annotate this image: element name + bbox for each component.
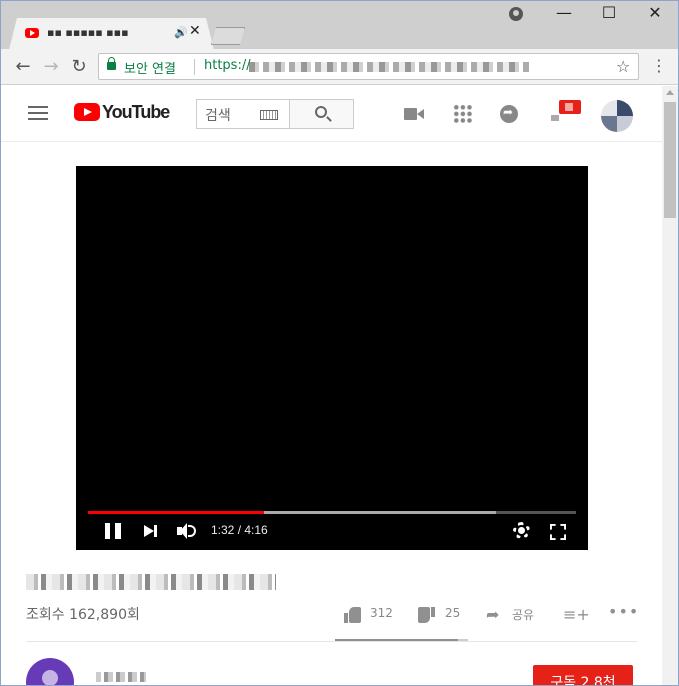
- youtube-wordmark[interactable]: YouTube: [102, 102, 170, 123]
- apps-grid-icon[interactable]: [453, 104, 473, 124]
- title-bar: ▪▪ ▪▪▪▪▪ ▪▪▪ 🔊 ✕ — ☐ ✕: [1, 1, 678, 49]
- forward-button[interactable]: →: [40, 56, 62, 77]
- progress-bar[interactable]: [88, 511, 576, 514]
- like-icon[interactable]: [344, 607, 362, 623]
- youtube-logo-icon[interactable]: [74, 103, 100, 121]
- video-player[interactable]: 1:32 / 4:16: [76, 166, 588, 550]
- subscribe-button[interactable]: 구독 2.8천: [533, 665, 633, 685]
- notification-badge[interactable]: [559, 100, 581, 114]
- tab-title: ▪▪ ▪▪▪▪▪ ▪▪▪: [47, 26, 129, 39]
- upload-video-icon[interactable]: [404, 104, 424, 124]
- fullscreen-icon[interactable]: [550, 524, 566, 540]
- reload-button[interactable]: ↻: [68, 56, 90, 77]
- tab-close-icon[interactable]: ✕: [189, 23, 201, 39]
- omnibox-divider: [194, 59, 195, 75]
- search-placeholder: 검색: [205, 108, 231, 124]
- messages-icon[interactable]: [500, 104, 520, 124]
- browser-window: ▪▪ ▪▪▪▪▪ ▪▪▪ 🔊 ✕ — ☐ ✕ ← → ↻ 보안 연결 https…: [0, 0, 679, 686]
- lock-icon[interactable]: [107, 57, 116, 70]
- settings-gear-icon[interactable]: [513, 522, 530, 539]
- share-icon[interactable]: ➦: [486, 605, 499, 624]
- scroll-thumb[interactable]: [664, 102, 676, 218]
- audio-playing-icon[interactable]: 🔊: [174, 26, 188, 39]
- back-button[interactable]: ←: [12, 56, 34, 77]
- close-window-button[interactable]: ✕: [645, 3, 665, 22]
- dislike-icon[interactable]: [417, 607, 435, 623]
- divider: [26, 641, 637, 642]
- hamburger-menu-icon[interactable]: [28, 106, 48, 120]
- more-actions-icon[interactable]: •••: [608, 602, 639, 621]
- scroll-up-arrow-icon[interactable]: [666, 90, 674, 95]
- channel-avatar[interactable]: [26, 658, 74, 685]
- bookmark-star-icon[interactable]: ☆: [616, 57, 630, 76]
- progress-played: [88, 511, 264, 514]
- dislike-count[interactable]: 25: [445, 606, 460, 620]
- pause-icon[interactable]: [105, 523, 121, 539]
- maximize-button[interactable]: ☐: [599, 3, 619, 22]
- video-title-redacted: [26, 574, 276, 590]
- browser-tab-active[interactable]: ▪▪ ▪▪▪▪▪ ▪▪▪ 🔊 ✕: [9, 18, 214, 50]
- profile-icon[interactable]: [509, 7, 523, 21]
- time-display: 1:32 / 4:16: [211, 523, 268, 537]
- avatar[interactable]: [601, 100, 633, 132]
- search-input[interactable]: 검색: [196, 99, 290, 129]
- youtube-page: YouTube 검색 1:32 / 4:16: [1, 86, 662, 685]
- page-scrollbar[interactable]: [662, 86, 678, 685]
- channel-name-redacted[interactable]: [96, 672, 146, 682]
- search-button[interactable]: [289, 99, 354, 129]
- secure-connection-label[interactable]: 보안 연결: [124, 58, 176, 77]
- search-icon: [315, 106, 327, 118]
- url-redacted: [249, 62, 529, 72]
- minimize-button[interactable]: —: [554, 3, 574, 22]
- new-tab-button[interactable]: [211, 27, 245, 45]
- browser-toolbar: ← → ↻ 보안 연결 https:// ☆ ⋮: [1, 49, 678, 85]
- add-to-playlist-icon[interactable]: ≡+: [563, 605, 590, 624]
- browser-menu-icon[interactable]: ⋮: [651, 56, 667, 75]
- url-text[interactable]: https://: [204, 58, 251, 73]
- next-video-icon[interactable]: [144, 525, 157, 537]
- view-count: 조회수 162,890회: [26, 607, 140, 623]
- youtube-favicon-icon: [25, 28, 39, 38]
- address-bar[interactable]: 보안 연결 https:// ☆: [98, 53, 639, 80]
- like-count[interactable]: 312: [370, 606, 393, 620]
- keyboard-icon[interactable]: [260, 110, 278, 120]
- share-label[interactable]: 공유: [512, 606, 534, 623]
- youtube-header: YouTube 검색: [1, 86, 662, 142]
